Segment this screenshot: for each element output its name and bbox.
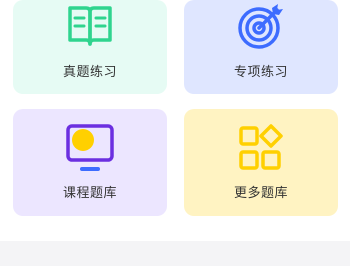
target-icon xyxy=(238,4,283,49)
special-practice-card[interactable]: 专项练习 xyxy=(184,0,338,94)
more-question-bank-card[interactable]: 更多题库 xyxy=(184,109,338,216)
course-question-bank-card[interactable]: 课程题库 xyxy=(13,109,167,216)
open-book-icon xyxy=(68,6,112,46)
practice-grid: 真题练习 专项练习 课程题库 更多题库 xyxy=(0,0,350,266)
section-divider xyxy=(0,241,350,266)
grid-apps-icon xyxy=(239,124,283,170)
card-label: 真题练习 xyxy=(62,65,117,80)
real-exam-practice-card[interactable]: 真题练习 xyxy=(13,0,167,94)
monitor-icon xyxy=(66,124,114,171)
card-label: 更多题库 xyxy=(233,186,288,201)
card-label: 课程题库 xyxy=(62,186,117,201)
card-label: 专项练习 xyxy=(233,65,288,80)
